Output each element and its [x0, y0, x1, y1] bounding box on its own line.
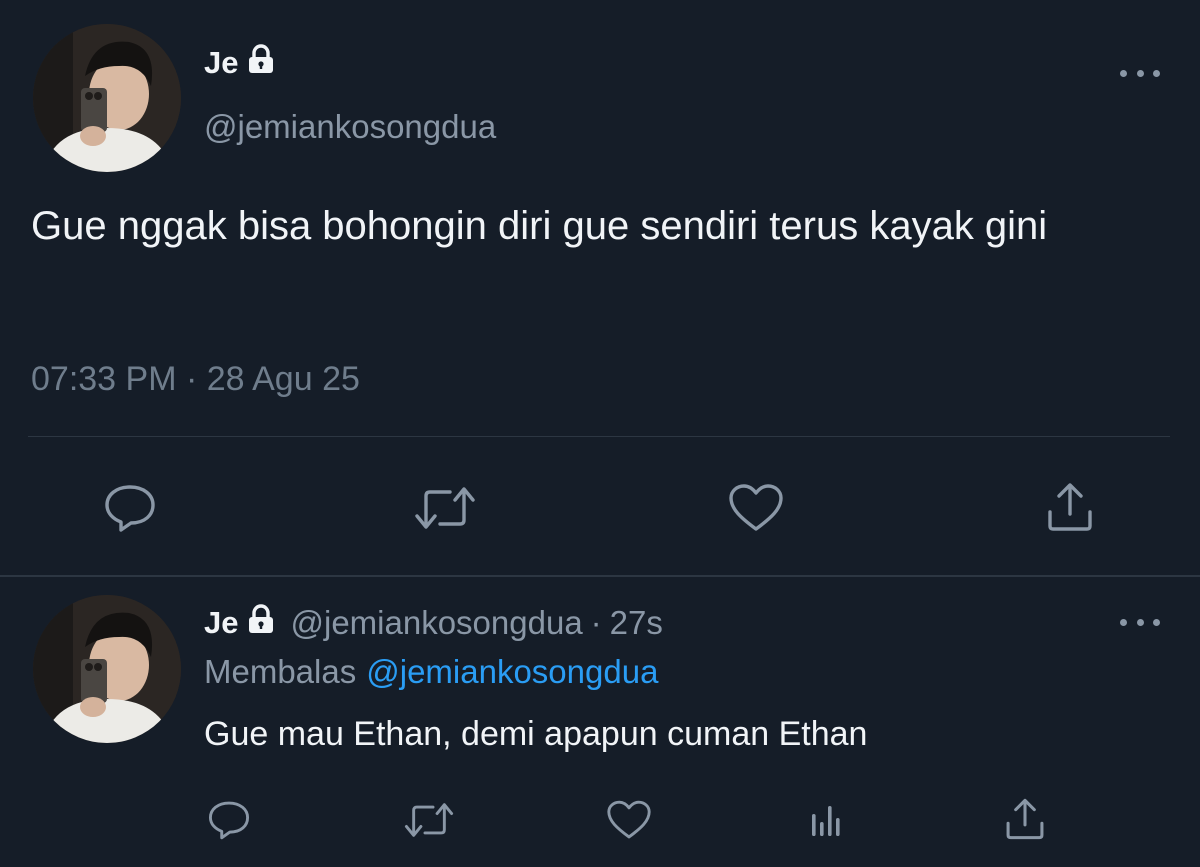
comment-icon: [208, 801, 250, 840]
heart-icon: [729, 484, 783, 531]
heart-icon: [607, 800, 651, 839]
lock-icon: [246, 604, 276, 642]
avatar[interactable]: [33, 595, 181, 743]
reply-header: Je @jemiankosongdua · 27s: [204, 604, 663, 642]
replying-to-handle[interactable]: @jemiankosongdua: [366, 653, 658, 690]
user-handle[interactable]: @jemiankosongdua: [204, 108, 496, 146]
share-icon: [1048, 483, 1092, 531]
separator-dot: ·: [590, 604, 602, 641]
tweet-timestamp[interactable]: 07:33 PM · 28 Agu 25: [31, 360, 360, 399]
display-name[interactable]: Je: [204, 605, 238, 641]
analytics-button[interactable]: [804, 798, 850, 842]
retweet-button[interactable]: [410, 480, 480, 536]
like-button[interactable]: [604, 798, 654, 842]
avatar-photo: [33, 24, 181, 172]
tweet-separator: [0, 575, 1200, 577]
tweet-time[interactable]: 27s: [610, 604, 663, 642]
user-handle[interactable]: @jemiankosongdua: [290, 604, 582, 642]
analytics-icon: [812, 806, 840, 836]
share-icon: [1006, 798, 1044, 840]
lock-icon: [246, 44, 276, 82]
more-icon[interactable]: [1120, 615, 1160, 629]
display-name: Je: [204, 45, 239, 80]
share-button[interactable]: [1040, 478, 1100, 536]
retweet-button[interactable]: [400, 798, 458, 842]
retweet-icon: [415, 487, 475, 529]
like-button[interactable]: [726, 480, 786, 536]
replying-to-label: Membalas: [204, 653, 357, 690]
replying-to: Membalas @jemiankosongdua: [204, 653, 658, 691]
tweet-text: Gue nggak bisa bohongin diri gue sendiri…: [31, 204, 1048, 248]
avatar[interactable]: [33, 24, 181, 172]
share-button[interactable]: [1002, 796, 1048, 842]
display-name-row[interactable]: Je: [204, 44, 276, 82]
reply-button[interactable]: [100, 480, 160, 536]
tweet-text: Gue mau Ethan, demi apapun cuman Ethan: [204, 715, 868, 753]
main-tweet: Je @jemiankosongdua Gue nggak bisa bohon…: [0, 0, 1200, 575]
tweet-thread: Je @jemiankosongdua Gue nggak bisa bohon…: [0, 0, 1200, 867]
reply-button[interactable]: [204, 798, 254, 842]
avatar-photo: [33, 595, 181, 743]
divider: [28, 436, 1170, 437]
comment-icon: [105, 485, 155, 532]
retweet-icon: [404, 803, 454, 837]
more-icon[interactable]: [1120, 66, 1160, 80]
